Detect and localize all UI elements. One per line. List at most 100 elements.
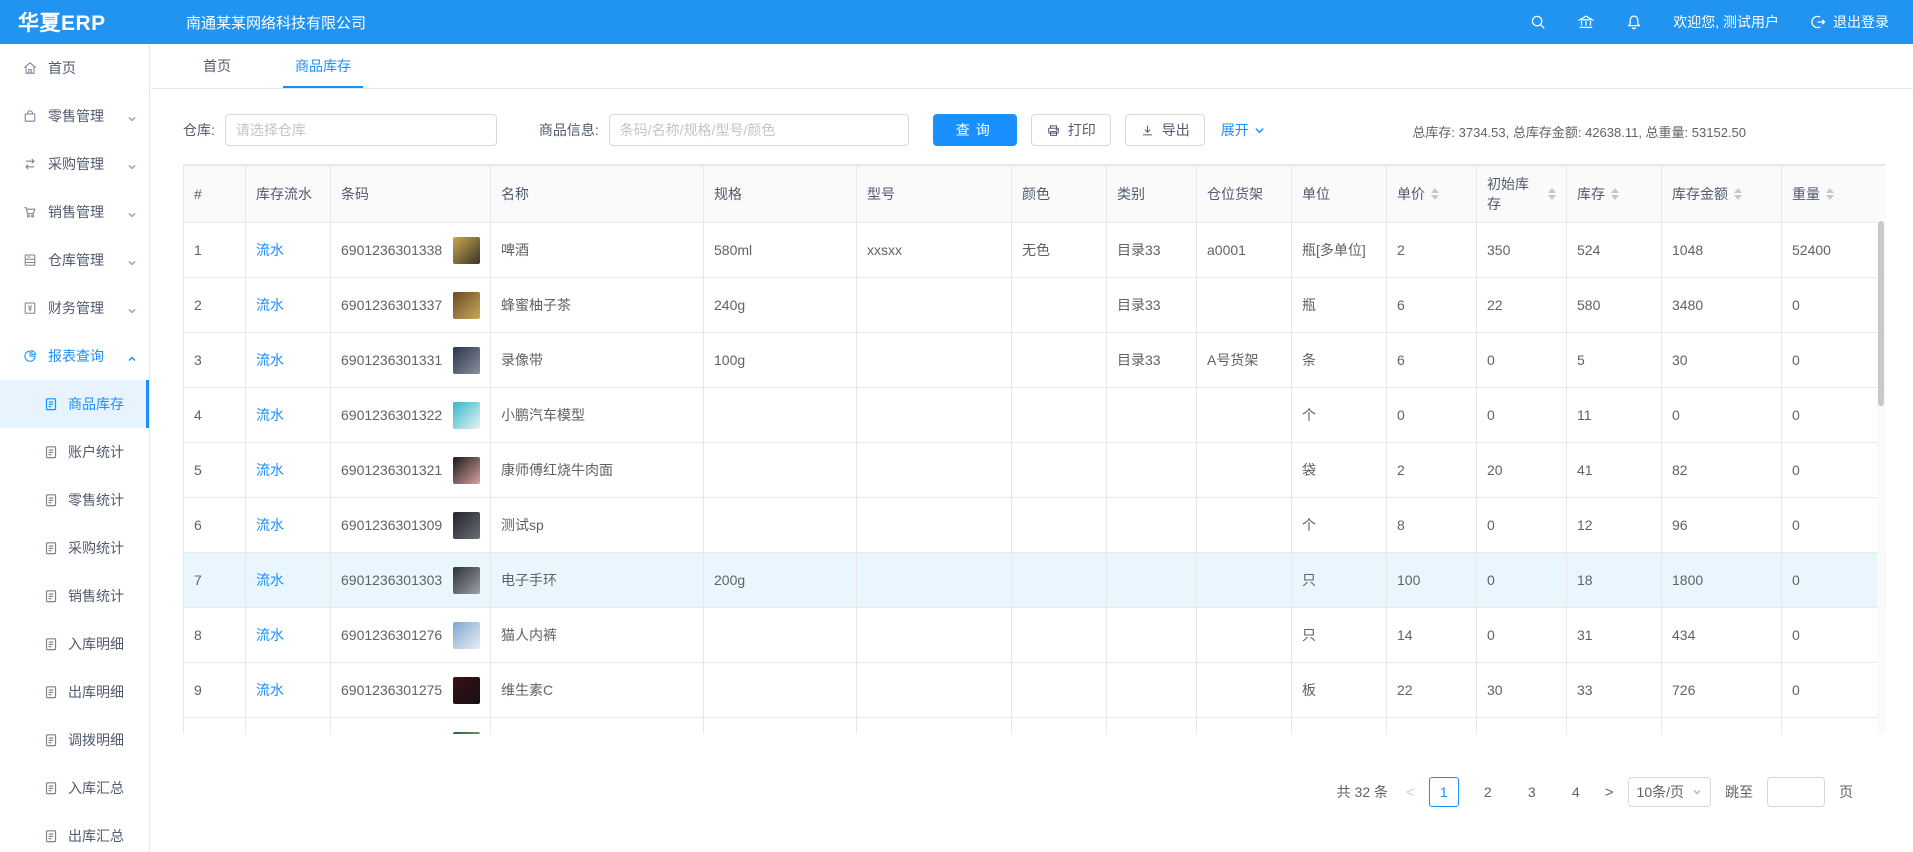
sort-icon[interactable] bbox=[1548, 188, 1556, 200]
bank-icon[interactable] bbox=[1577, 13, 1595, 31]
product-thumbnail[interactable] bbox=[453, 457, 480, 484]
sort-icon[interactable] bbox=[1734, 188, 1742, 200]
product-thumbnail[interactable] bbox=[453, 347, 480, 374]
column-header-14[interactable]: 重量 bbox=[1782, 166, 1887, 223]
print-label: 打印 bbox=[1068, 120, 1096, 140]
stock-flow-link[interactable]: 流水 bbox=[256, 242, 284, 258]
cell-weight: 0 bbox=[1782, 443, 1887, 498]
cell-index: 5 bbox=[184, 443, 246, 498]
logout-button[interactable]: 退出登录 bbox=[1809, 12, 1889, 32]
report-item-icon bbox=[44, 781, 58, 795]
cell-amount: 1048 bbox=[1662, 223, 1782, 278]
sort-icon[interactable] bbox=[1826, 188, 1834, 200]
warehouse-select-input[interactable] bbox=[225, 114, 497, 146]
export-button[interactable]: 导出 bbox=[1125, 114, 1205, 146]
sidebar-subitem-8[interactable]: 入库汇总 bbox=[0, 764, 149, 812]
stock-flow-link[interactable]: 流水 bbox=[256, 407, 284, 423]
sidebar-subitem-2[interactable]: 零售统计 bbox=[0, 476, 149, 524]
column-header-11[interactable]: 初始库存 bbox=[1477, 166, 1567, 223]
table-row: 7流水6901236301303电子手环200g只10001818000 bbox=[184, 553, 1887, 608]
cell-spec: 100g bbox=[704, 333, 857, 388]
column-header-1: 库存流水 bbox=[246, 166, 331, 223]
tab-product-inventory[interactable]: 商品库存 bbox=[291, 56, 355, 88]
print-button[interactable]: 打印 bbox=[1031, 114, 1111, 146]
prev-page-button[interactable]: < bbox=[1406, 784, 1415, 801]
cell-price: 0 bbox=[1387, 388, 1477, 443]
table-row: 3流水6901236301331录像带100g目录33A号货架条605300 bbox=[184, 333, 1887, 388]
stock-flow-link[interactable]: 流水 bbox=[256, 627, 284, 643]
page-button-4[interactable]: 4 bbox=[1561, 777, 1591, 807]
cell-unit: 板 bbox=[1292, 663, 1387, 718]
expand-link[interactable]: 展开 bbox=[1221, 120, 1265, 140]
sidebar-subitem-0[interactable]: 商品库存 bbox=[0, 380, 149, 428]
sidebar-subitem-4[interactable]: 销售统计 bbox=[0, 572, 149, 620]
sidebar-subitem-7[interactable]: 调拨明细 bbox=[0, 716, 149, 764]
stock-flow-link[interactable]: 流水 bbox=[256, 462, 284, 478]
product-thumbnail[interactable] bbox=[453, 567, 480, 594]
product-info-input[interactable] bbox=[609, 114, 909, 146]
stock-flow-link[interactable]: 流水 bbox=[256, 572, 284, 588]
product-thumbnail[interactable] bbox=[453, 512, 480, 539]
product-thumbnail[interactable] bbox=[453, 677, 480, 704]
product-thumbnail[interactable] bbox=[453, 292, 480, 319]
sidebar-subitem-label: 销售统计 bbox=[68, 586, 124, 606]
stock-flow-link[interactable]: 流水 bbox=[256, 352, 284, 368]
sidebar-subitem-6[interactable]: 出库明细 bbox=[0, 668, 149, 716]
sidebar-item-3[interactable]: 销售管理 bbox=[0, 188, 149, 236]
chevron-down-icon bbox=[127, 255, 137, 265]
page-button-2[interactable]: 2 bbox=[1473, 777, 1503, 807]
column-label: # bbox=[194, 186, 202, 202]
page-button-3[interactable]: 3 bbox=[1517, 777, 1547, 807]
tab-home[interactable]: 首页 bbox=[199, 56, 235, 88]
bell-icon[interactable] bbox=[1625, 13, 1643, 31]
jump-page-input[interactable] bbox=[1767, 777, 1825, 807]
sidebar-subitem-1[interactable]: 账户统计 bbox=[0, 428, 149, 476]
sidebar-item-6[interactable]: 报表查询 bbox=[0, 332, 149, 380]
column-header-12[interactable]: 库存 bbox=[1567, 166, 1662, 223]
page-size-select[interactable]: 10条/页 bbox=[1628, 777, 1711, 807]
product-thumbnail[interactable] bbox=[453, 402, 480, 429]
sidebar-item-2[interactable]: 采购管理 bbox=[0, 140, 149, 188]
barcode-value: 6901236301275 bbox=[341, 682, 442, 698]
sidebar-subitem-9[interactable]: 出库汇总 bbox=[0, 812, 149, 852]
column-header-inner: 类别 bbox=[1117, 184, 1186, 204]
inventory-table: #库存流水条码名称规格型号颜色类别仓位货架单位单价初始库存库存库存金额重量 1流… bbox=[183, 164, 1886, 734]
search-icon[interactable] bbox=[1529, 13, 1547, 31]
sidebar-subitem-5[interactable]: 入库明细 bbox=[0, 620, 149, 668]
cell-shelf bbox=[1197, 443, 1292, 498]
cell-barcode: 6901236301338 bbox=[331, 223, 491, 278]
stock-flow-link[interactable]: 流水 bbox=[256, 682, 284, 698]
product-thumbnail[interactable] bbox=[453, 622, 480, 649]
next-page-button[interactable]: > bbox=[1605, 784, 1614, 801]
cell-color bbox=[1012, 278, 1107, 333]
stock-flow-link[interactable]: 流水 bbox=[256, 517, 284, 533]
product-thumbnail[interactable] bbox=[453, 732, 480, 735]
sidebar-item-4[interactable]: 仓库管理 bbox=[0, 236, 149, 284]
cell-model bbox=[857, 608, 1012, 663]
stock-flow-link[interactable]: 流水 bbox=[256, 297, 284, 313]
page-button-1[interactable]: 1 bbox=[1429, 777, 1459, 807]
sidebar-subitem-label: 商品库存 bbox=[68, 394, 124, 414]
cell-index: 6 bbox=[184, 498, 246, 553]
cell-color bbox=[1012, 553, 1107, 608]
chevron-up-icon bbox=[127, 351, 137, 361]
chevron-down-icon bbox=[127, 207, 137, 217]
sort-icon[interactable] bbox=[1431, 188, 1439, 200]
search-button[interactable]: 查询 bbox=[933, 114, 1017, 146]
sort-icon[interactable] bbox=[1611, 188, 1619, 200]
sidebar-item-5[interactable]: 财务管理 bbox=[0, 284, 149, 332]
cell-index: 10 bbox=[184, 718, 246, 735]
expand-label: 展开 bbox=[1221, 120, 1249, 140]
table-scrollbar[interactable] bbox=[1877, 221, 1885, 734]
product-thumbnail[interactable] bbox=[453, 237, 480, 264]
sidebar-item-label: 零售管理 bbox=[48, 106, 127, 126]
barcode-value: 6901236301338 bbox=[341, 242, 442, 258]
sidebar-subitem-3[interactable]: 采购统计 bbox=[0, 524, 149, 572]
cell-model bbox=[857, 443, 1012, 498]
sidebar-item-1[interactable]: 零售管理 bbox=[0, 92, 149, 140]
column-header-10[interactable]: 单价 bbox=[1387, 166, 1477, 223]
sidebar-item-0[interactable]: 首页 bbox=[0, 44, 149, 92]
scrollbar-thumb[interactable] bbox=[1878, 221, 1884, 406]
column-header-13[interactable]: 库存金额 bbox=[1662, 166, 1782, 223]
cell-init_stock: 30 bbox=[1477, 663, 1567, 718]
